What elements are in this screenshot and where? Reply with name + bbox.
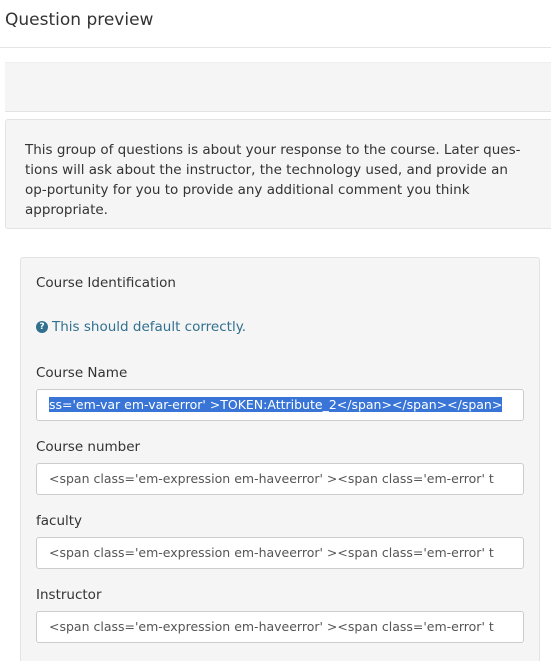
question-circle-icon: ?: [36, 321, 48, 333]
faculty-label: faculty: [36, 513, 83, 529]
question-preview-page: Question preview This group of questions…: [0, 0, 551, 661]
instructor-value: <span class='em-expression em-haveerror'…: [49, 619, 494, 634]
course-name-input[interactable]: ss='em-var em-var-error' >TOKEN:Attribut…: [36, 389, 524, 421]
page-title: Question preview: [5, 10, 154, 30]
course-name-label: Course Name: [36, 365, 128, 381]
instructor-input[interactable]: <span class='em-expression em-haveerror'…: [36, 611, 524, 643]
course-number-label: Course number: [36, 439, 141, 455]
title-divider: [0, 47, 551, 48]
group-description: This group of questions is about your re…: [5, 119, 551, 229]
help-message: ? This should default correctly.: [36, 317, 246, 337]
course-number-input[interactable]: <span class='em-expression em-haveerror'…: [36, 463, 524, 495]
faculty-value: <span class='em-expression em-haveerror'…: [49, 545, 494, 560]
course-name-value: ss='em-var em-var-error' >TOKEN:Attribut…: [49, 397, 503, 412]
empty-question-bar: [5, 62, 551, 112]
instructor-label: Instructor: [36, 587, 102, 603]
group-description-text: This group of questions is about your re…: [25, 142, 521, 218]
group-title: Course Identification: [36, 275, 176, 291]
faculty-input[interactable]: <span class='em-expression em-haveerror'…: [36, 537, 524, 569]
help-text: This should default correctly.: [52, 319, 247, 335]
course-number-value: <span class='em-expression em-haveerror'…: [49, 471, 494, 486]
